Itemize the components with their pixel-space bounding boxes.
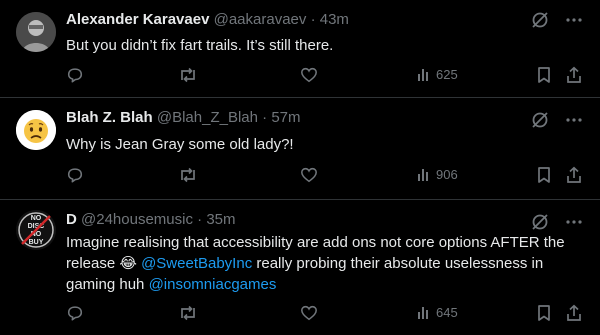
svg-text:BUY: BUY [29,239,44,246]
tweet-top-actions [530,110,584,130]
heart-icon [301,167,317,183]
reply-button[interactable] [66,166,84,184]
avatar[interactable] [16,12,56,52]
views-button[interactable]: 625 [416,66,458,82]
like-button[interactable] [300,66,318,84]
retweet-button[interactable] [178,166,198,184]
retweet-icon [181,305,195,321]
separator: · [197,211,203,228]
bookmark-button[interactable] [536,304,552,322]
avatar[interactable]: NO DISC NO BUY [16,210,56,250]
grok-icon[interactable] [530,10,550,30]
tweet-header: D @24housemusic · 35m [66,210,236,230]
mention-link[interactable]: @insomniacgames [149,276,277,293]
bookmark-icon [538,67,550,83]
share-button[interactable] [566,166,582,184]
bookmark-button[interactable] [536,66,552,84]
bookmark-button[interactable] [536,166,552,184]
display-name[interactable]: Alexander Karavaev [66,11,209,28]
tweet-top-actions [530,10,584,30]
timestamp[interactable]: 57m [271,109,300,126]
bookmark-icon [538,305,550,321]
display-name[interactable]: D [66,211,77,228]
tweet-header: Blah Z. Blah @Blah_Z_Blah · 57m [66,108,301,128]
avatar[interactable] [16,110,56,150]
retweet-button[interactable] [178,66,198,84]
tweet-text: Imagine realising that accessibility are… [66,232,584,295]
svg-text:NO: NO [31,215,42,222]
share-icon [567,304,581,321]
share-icon [567,66,581,83]
retweet-icon [181,167,195,183]
views-count: 625 [436,66,458,82]
tweet-3[interactable]: NO DISC NO BUY D @24housemusic · 35m Ima… [0,200,600,335]
separator: · [310,11,316,28]
views-icon [418,169,428,181]
tweet-actions: 906 [66,166,584,186]
user-handle[interactable]: @aakaravaev [214,11,307,28]
more-options-icon[interactable] [564,10,584,30]
separator: · [262,109,268,126]
worried-emoji-icon [16,110,56,150]
heart-icon [301,305,317,321]
grok-icon[interactable] [530,212,550,232]
views-button[interactable]: 645 [416,304,458,320]
mention-link[interactable]: @SweetBabyInc [141,255,252,272]
user-handle[interactable]: @Blah_Z_Blah [157,109,258,126]
share-button[interactable] [566,304,582,322]
tweet-text: But you didn’t fix fart trails. It’s sti… [66,37,334,54]
views-icon [418,69,428,81]
retweet-icon [181,67,195,83]
tweet-text-part: really probing their absolute uselessnes… [66,255,544,293]
person-photo-icon [16,12,56,52]
tweet-1[interactable]: Alexander Karavaev @aakaravaev · 43m But… [0,0,600,98]
tweet-2[interactable]: Blah Z. Blah @Blah_Z_Blah · 57m Why is J… [0,98,600,200]
user-handle[interactable]: @24housemusic [81,211,193,228]
more-options-icon[interactable] [564,212,584,232]
retweet-button[interactable] [178,304,198,322]
tweet-top-actions [530,212,584,232]
timestamp[interactable]: 43m [320,11,349,28]
more-options-icon[interactable] [564,110,584,130]
timestamp[interactable]: 35m [206,211,235,228]
like-button[interactable] [300,304,318,322]
reply-button[interactable] [66,66,84,84]
share-icon [567,166,581,183]
heart-icon [301,67,317,83]
reply-icon [67,68,83,83]
reply-button[interactable] [66,304,84,322]
views-count: 645 [436,304,458,320]
bookmark-icon [538,167,550,183]
share-button[interactable] [566,66,582,84]
like-button[interactable] [300,166,318,184]
display-name[interactable]: Blah Z. Blah [66,109,153,126]
views-count: 906 [436,166,458,182]
tweet-actions: 645 [66,304,584,324]
tweet-header: Alexander Karavaev @aakaravaev · 43m [66,10,349,30]
tweet-text: Why is Jean Gray some old lady?! [66,136,294,153]
no-disc-no-buy-logo-icon: NO DISC NO BUY [16,210,56,250]
reply-icon [67,168,83,183]
reply-icon [67,306,83,321]
tweet-actions: 625 [66,66,584,86]
grok-icon[interactable] [530,110,550,130]
views-icon [418,307,428,319]
views-button[interactable]: 906 [416,166,458,182]
face-with-tears-of-joy-emoji: 😂 [119,255,137,272]
